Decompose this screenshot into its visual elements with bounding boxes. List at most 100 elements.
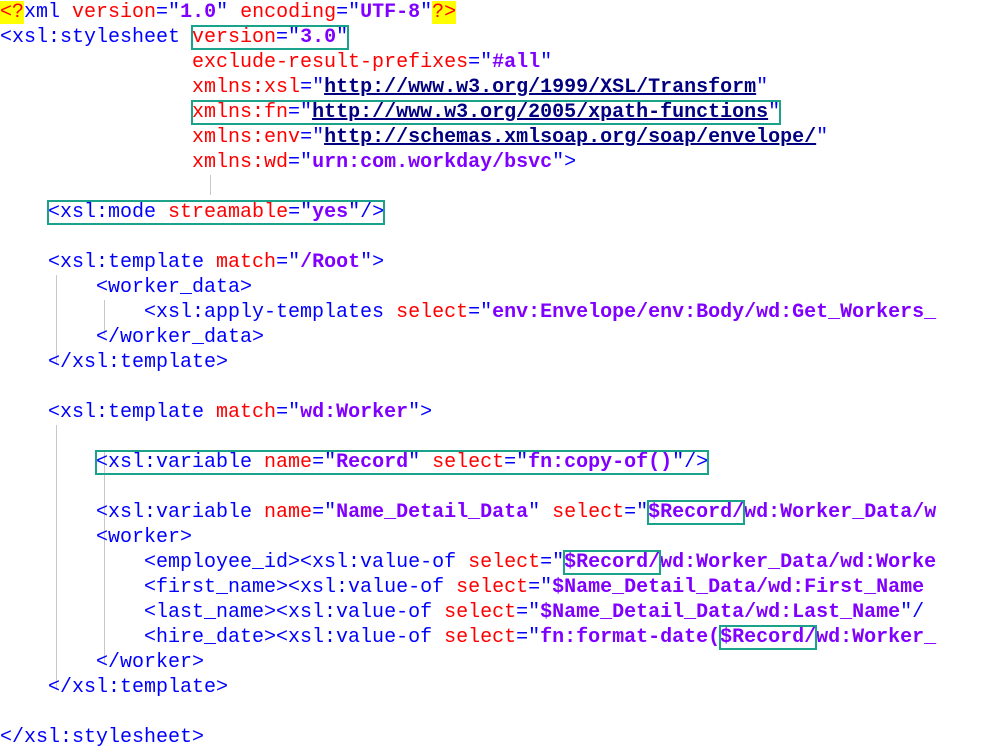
code-token: /Root bbox=[300, 251, 361, 274]
code-line[interactable]: xmlns:env="http://schemas.xmlsoap.org/so… bbox=[0, 125, 828, 150]
code-line[interactable]: </xsl:template> bbox=[0, 350, 228, 375]
code-line[interactable]: <hire_date><xsl:value-of select="fn:form… bbox=[0, 625, 936, 650]
code-token: " bbox=[756, 76, 769, 99]
code-editor[interactable]: <?xml version="1.0" encoding="UTF-8"?> <x… bbox=[0, 0, 1000, 754]
code-token: <worker_data> bbox=[0, 276, 253, 299]
code-line[interactable]: <xsl:template match="/Root"> bbox=[0, 250, 384, 275]
code-token: "/> bbox=[348, 201, 385, 224]
code-token: =" bbox=[504, 451, 529, 474]
code-token: =" bbox=[156, 1, 181, 24]
code-token: <worker> bbox=[0, 526, 193, 549]
code-line[interactable]: </worker_data> bbox=[0, 325, 264, 350]
code-line[interactable]: <xsl:variable name="Name_Detail_Data" se… bbox=[0, 500, 936, 525]
code-token: exclude-result-prefixes bbox=[192, 51, 469, 74]
code-token: select bbox=[444, 601, 517, 624]
code-token: <xsl:stylesheet bbox=[0, 26, 193, 49]
code-line[interactable]: <?xml version="1.0" encoding="UTF-8"?> bbox=[0, 0, 457, 25]
highlight-box: $Record/ bbox=[563, 550, 662, 575]
code-line[interactable]: <xsl:stylesheet version="3.0" bbox=[0, 25, 350, 50]
code-token: =" bbox=[288, 151, 313, 174]
code-token: select bbox=[552, 501, 625, 524]
code-token: version bbox=[72, 1, 157, 24]
code-token: wd:Worker bbox=[300, 401, 409, 424]
code-token: " bbox=[528, 501, 553, 524]
code-token: $Record/ bbox=[648, 501, 745, 524]
code-token: name bbox=[264, 501, 313, 524]
code-token: =" bbox=[624, 501, 649, 524]
code-line[interactable]: <worker_data> bbox=[0, 275, 252, 300]
highlight-box: <xsl:mode streamable="yes"/> bbox=[47, 200, 386, 225]
highlight-box: <xsl:variable name="Record" select="fn:c… bbox=[95, 450, 710, 475]
code-token: <? bbox=[0, 1, 25, 24]
code-token: <employee_id><xsl:value-of bbox=[0, 551, 469, 574]
code-token: " bbox=[768, 101, 781, 124]
code-token: select bbox=[468, 551, 541, 574]
code-line[interactable]: xmlns:xsl="http://www.w3.org/1999/XSL/Tr… bbox=[0, 75, 768, 100]
code-line[interactable]: <xsl:mode streamable="yes"/> bbox=[0, 200, 386, 225]
code-token: =" bbox=[288, 201, 313, 224]
code-token: =" bbox=[300, 126, 325, 149]
code-token: name bbox=[264, 451, 313, 474]
code-token: env:Envelope/env:Body/wd:Get_Workers_ bbox=[492, 301, 937, 324]
code-token: select bbox=[456, 576, 529, 599]
code-token: 3.0 bbox=[300, 26, 337, 49]
code-token: =" bbox=[276, 26, 301, 49]
code-token: fn:copy-of() bbox=[528, 451, 673, 474]
code-token: <xsl:template bbox=[0, 251, 217, 274]
code-token: UTF-8 bbox=[360, 1, 421, 24]
code-token: </xsl:template> bbox=[0, 676, 229, 699]
code-token: " bbox=[540, 51, 553, 74]
code-line[interactable]: <employee_id><xsl:value-of select="$Reco… bbox=[0, 550, 936, 575]
code-token: Name_Detail_Data bbox=[336, 501, 529, 524]
code-token: " bbox=[336, 26, 349, 49]
code-token: 1.0 bbox=[180, 1, 217, 24]
code-token: =" bbox=[312, 501, 337, 524]
code-line[interactable]: exclude-result-prefixes="#all" bbox=[0, 50, 552, 75]
code-token: http://schemas.xmlsoap.org/soap/envelope… bbox=[324, 126, 817, 149]
code-token: $Record/ bbox=[564, 551, 661, 574]
code-line[interactable]: <xsl:variable name="Record" select="fn:c… bbox=[0, 450, 710, 475]
indent-guide bbox=[210, 175, 211, 195]
highlight-box: $Record/ bbox=[647, 500, 746, 525]
code-line[interactable]: <first_name><xsl:value-of select="$Name_… bbox=[0, 575, 924, 600]
code-line[interactable]: <last_name><xsl:value-of select="$Name_D… bbox=[0, 600, 924, 625]
code-token: " bbox=[816, 126, 829, 149]
code-token: xml bbox=[24, 1, 73, 24]
code-token: #all bbox=[492, 51, 541, 74]
code-line[interactable]: <worker> bbox=[0, 525, 192, 550]
code-token: =" bbox=[288, 101, 313, 124]
code-token: select bbox=[432, 451, 505, 474]
code-token: xmlns:wd bbox=[192, 151, 289, 174]
code-token: $Name_Detail_Data/wd:Last_Name bbox=[540, 601, 901, 624]
code-line[interactable]: </xsl:template> bbox=[0, 675, 228, 700]
code-token: urn:com.workday/bsvc bbox=[312, 151, 553, 174]
code-token: wd:Worker_Data/wd:Worke bbox=[660, 551, 937, 574]
code-token: "> bbox=[408, 401, 433, 424]
code-token: <first_name><xsl:value-of bbox=[0, 576, 457, 599]
code-token: =" bbox=[468, 301, 493, 324]
code-token: =" bbox=[300, 76, 325, 99]
code-token: "/> bbox=[672, 451, 709, 474]
code-line[interactable]: </worker> bbox=[0, 650, 204, 675]
code-line[interactable]: <xsl:template match="wd:Worker"> bbox=[0, 400, 432, 425]
code-token: xmlns:env bbox=[192, 126, 301, 149]
code-token: <last_name><xsl:value-of bbox=[0, 601, 445, 624]
code-token: $Record/ bbox=[720, 626, 817, 649]
code-token: http://www.w3.org/2005/xpath-functions bbox=[312, 101, 769, 124]
code-line[interactable]: xmlns:wd="urn:com.workday/bsvc"> bbox=[0, 150, 576, 175]
code-line[interactable]: <xsl:apply-templates select="env:Envelop… bbox=[0, 300, 936, 325]
code-token: "> bbox=[552, 151, 577, 174]
code-token: =" bbox=[336, 1, 361, 24]
code-token: fn:format-date( bbox=[540, 626, 721, 649]
code-token: match bbox=[216, 401, 277, 424]
code-token: =" bbox=[276, 401, 301, 424]
code-token: =" bbox=[276, 251, 301, 274]
code-token: streamable bbox=[168, 201, 289, 224]
highlight-box: $Record/ bbox=[719, 625, 818, 650]
code-line[interactable]: xmlns:fn="http://www.w3.org/2005/xpath-f… bbox=[0, 100, 782, 125]
code-line[interactable]: </xsl:stylesheet> bbox=[0, 725, 204, 750]
code-token: xmlns:xsl bbox=[192, 76, 301, 99]
